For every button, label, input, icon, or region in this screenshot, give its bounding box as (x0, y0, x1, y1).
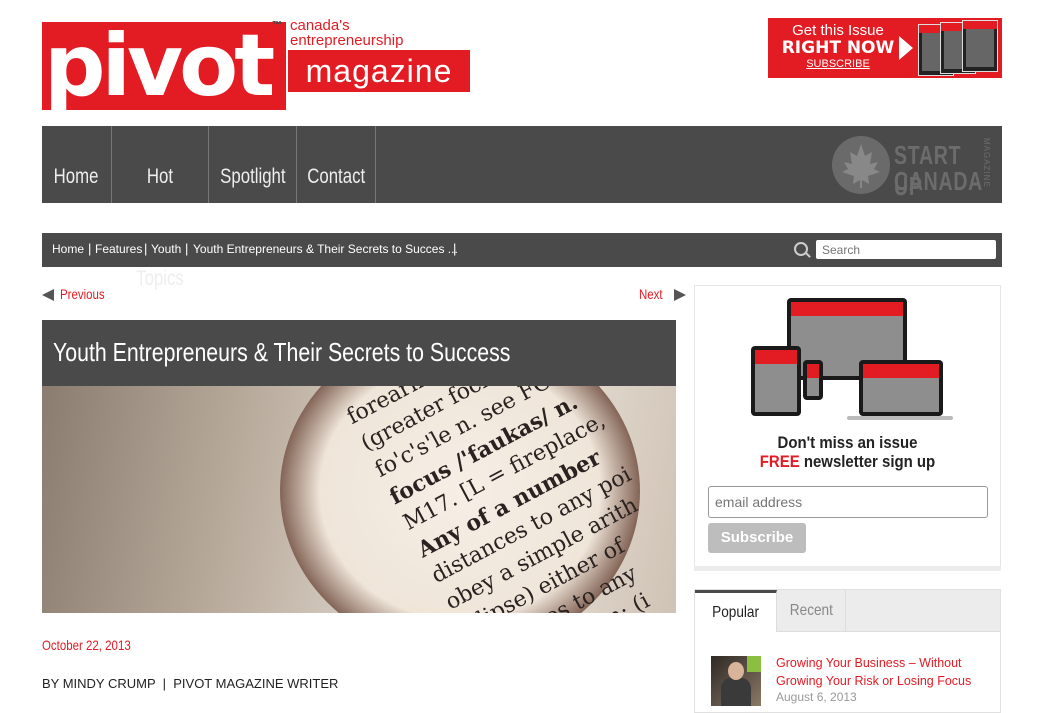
site-logo[interactable]: pivot ™ canada's entrepreneurship magazi… (42, 18, 472, 110)
breadcrumb-separator: | (88, 241, 92, 256)
tab-recent[interactable]: Recent (777, 590, 846, 631)
logo-pivot-wordmark: pivot (42, 22, 286, 110)
devices-promo-image (751, 298, 953, 433)
phone-device (803, 360, 823, 400)
main-nav: Home Hot Topics Spotlight Contact START … (42, 126, 1002, 290)
newsletter-widget: Don't miss an issue FREE newsletter sign… (694, 285, 1001, 570)
tab-popular[interactable]: Popular (695, 590, 777, 632)
divider (694, 566, 1001, 571)
tab-strip: Popular Recent (695, 590, 1000, 632)
email-field[interactable] (708, 486, 988, 518)
article-byline: BY MINDY CRUMP | PIVOT MAGAZINE WRITER (42, 676, 339, 691)
breadcrumb-bar: Home | Features | Youth | Youth Entrepre… (42, 233, 1002, 267)
banner-line-2: RIGHT NOW (781, 38, 895, 58)
next-link[interactable]: Next (639, 286, 686, 302)
nav-item-home[interactable]: Home (42, 126, 112, 203)
previous-link[interactable]: Previous (42, 286, 114, 302)
arrow-left-icon (42, 289, 54, 302)
nav-item-hot-topics[interactable]: Hot Topics (112, 126, 209, 290)
article-title-bar: Youth Entrepreneurs & Their Secrets to S… (42, 320, 676, 386)
breadcrumb-youth[interactable]: Youth (151, 242, 181, 256)
breadcrumb-separator: | (144, 241, 148, 256)
search-icon[interactable] (794, 242, 808, 256)
banner-subscribe-link[interactable]: SUBSCRIBE (768, 58, 908, 70)
subscribe-banner[interactable]: Get this Issue RIGHT NOW SUBSCRIBE (768, 18, 1002, 78)
article-date: October 22, 2013 (42, 637, 131, 653)
laptop-device (859, 360, 943, 416)
nav-item-spotlight[interactable]: Spotlight (209, 126, 297, 203)
canada-text: CANADA (894, 166, 984, 196)
popular-post-date: August 6, 2013 (776, 690, 857, 704)
breadcrumb-separator: | (453, 241, 457, 256)
logo-trademark: ™ (272, 20, 282, 31)
article-hero-image: forearm or a (greater focile), fo'c's'le… (42, 386, 676, 613)
arrow-right-icon (673, 289, 686, 302)
startup-canada-logo[interactable]: START UP CANADA MAGAZINE (832, 134, 997, 201)
maple-leaf-icon (832, 136, 890, 194)
post-thumbnail[interactable] (711, 656, 761, 706)
banner-line-1: Get this Issue (792, 22, 884, 39)
subscribe-button[interactable]: Subscribe (708, 523, 806, 553)
nav-item-contact[interactable]: Contact (297, 126, 376, 203)
newsletter-headline: Don't miss an issue (777, 433, 918, 452)
posts-tabs: Popular Recent Growing Your Business – W… (694, 589, 1001, 713)
magazine-vertical-text: MAGAZINE (982, 138, 991, 188)
breadcrumb-current: Youth Entrepreneurs & Their Secrets to S… (193, 242, 458, 256)
logo-tagline-2: entrepreneurship (290, 32, 404, 49)
logo-tagline: canada's entrepreneurship (290, 18, 403, 48)
newsletter-subheadline: FREE newsletter sign up (759, 452, 936, 471)
tablet-device (751, 346, 801, 416)
logo-magazine: magazine (288, 50, 470, 92)
popular-post-link[interactable]: Growing Your Business – Without Growing … (776, 654, 986, 690)
breadcrumb-separator: | (185, 241, 189, 256)
article-title: Youth Entrepreneurs & Their Secrets to S… (53, 337, 511, 367)
logo-tagline-1: canada's (290, 17, 350, 34)
breadcrumb-home[interactable]: Home (52, 242, 84, 256)
search-input[interactable] (816, 240, 996, 259)
breadcrumb-features[interactable]: Features (95, 242, 142, 256)
play-arrow-icon (899, 36, 913, 60)
magazine-cover-image (962, 20, 998, 72)
